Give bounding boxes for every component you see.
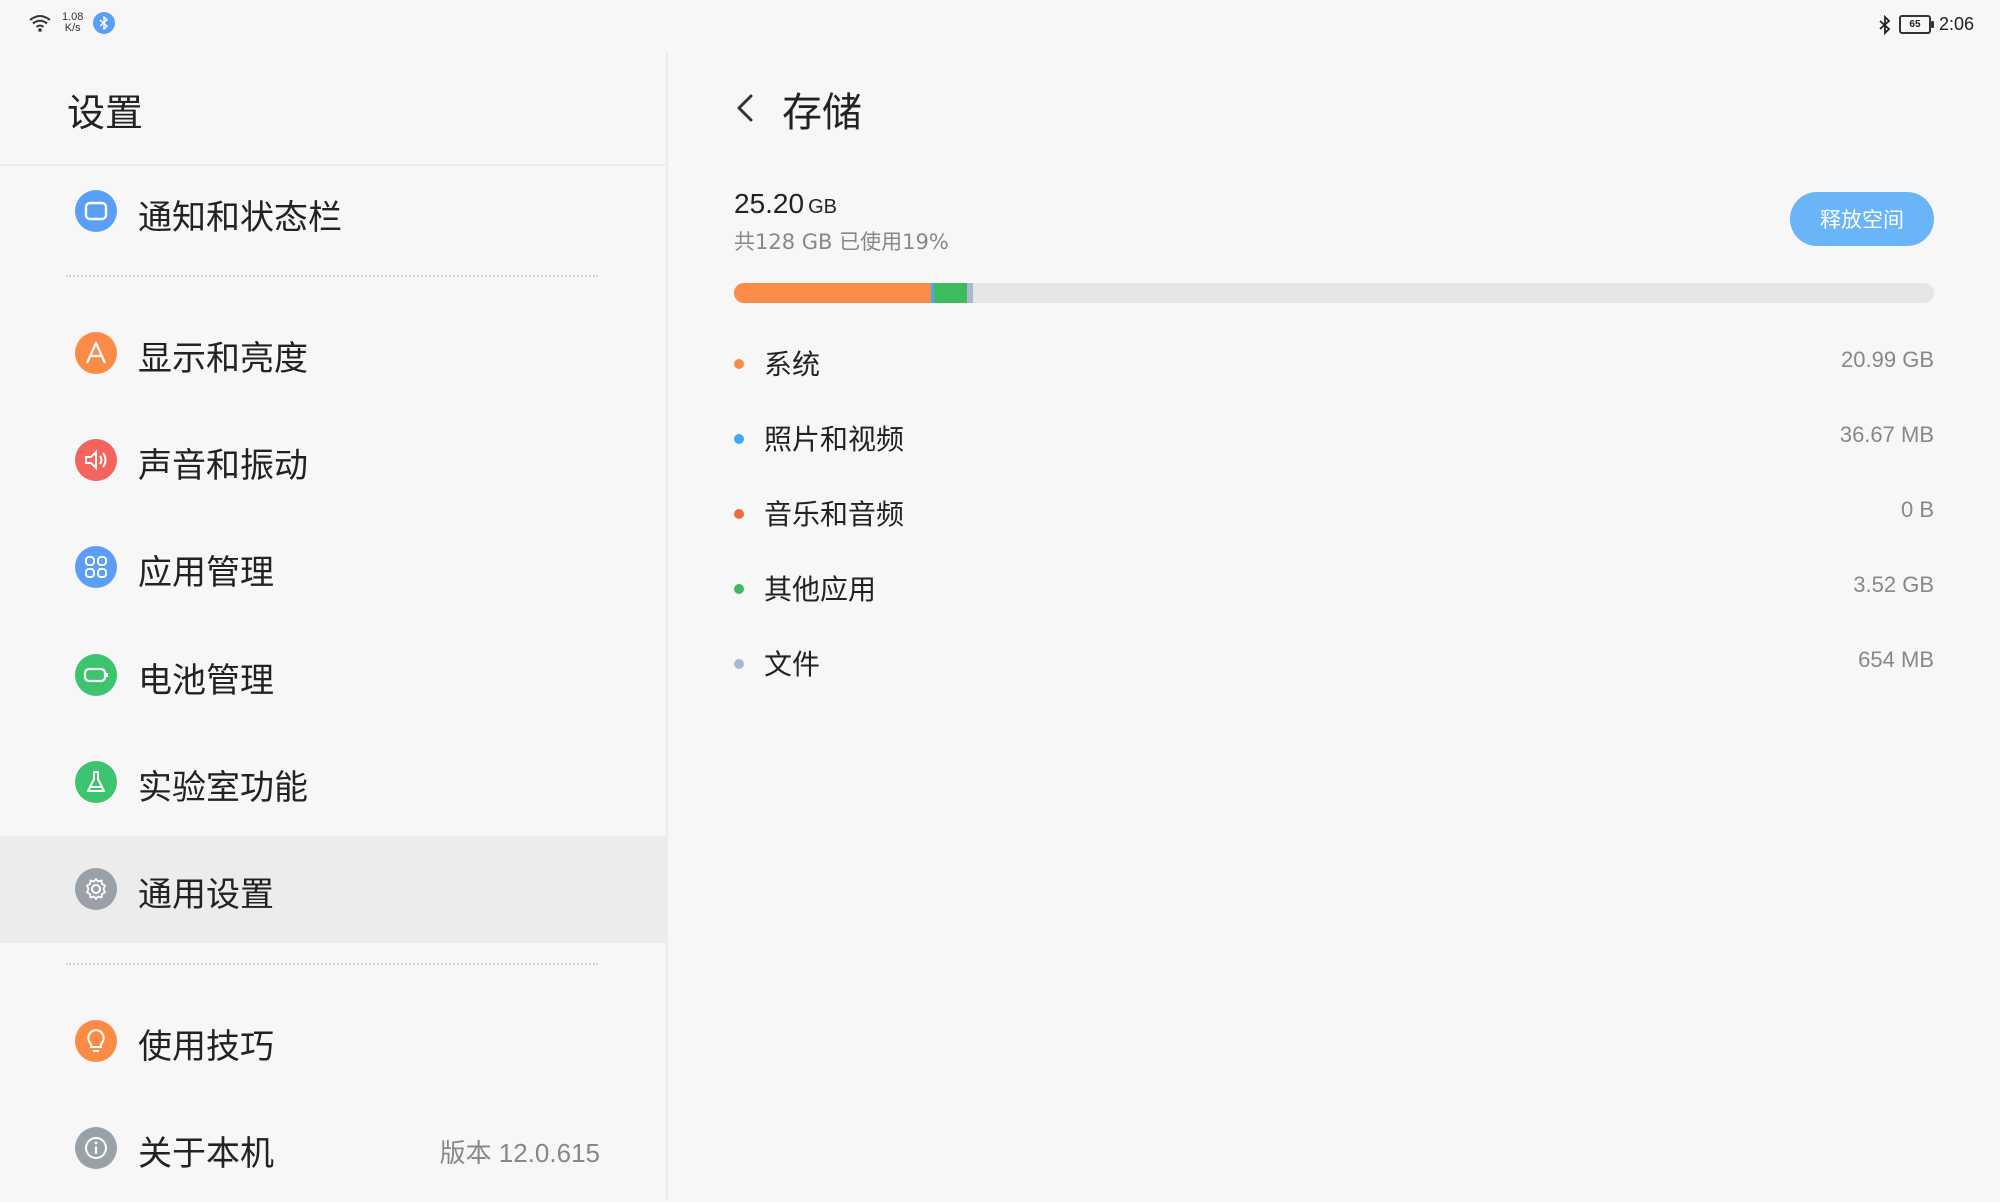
battery-icon	[75, 654, 117, 696]
sidebar-item-tips[interactable]: 使用技巧	[0, 988, 666, 1095]
sidebar-item-sound[interactable]: 声音和振动	[0, 407, 666, 514]
sidebar-item-apps[interactable]: 应用管理	[0, 514, 666, 621]
sidebar-item-lab[interactable]: 实验室功能	[0, 729, 666, 836]
gear-icon	[75, 868, 117, 910]
used-storage-value: 25.20	[734, 188, 805, 219]
sidebar-item-label: 应用管理	[138, 553, 274, 593]
chevron-left-icon	[737, 94, 753, 122]
bluetooth-icon	[1879, 14, 1891, 35]
category-system[interactable]: 系统 20.99 GB	[734, 339, 1934, 389]
wifi-icon	[29, 15, 51, 32]
sidebar-item-label: 通用设置	[138, 875, 274, 915]
category-size: 20.99 GB	[1841, 347, 1934, 372]
category-other-apps[interactable]: 其他应用 3.52 GB	[734, 564, 1934, 614]
usage-bar-segment	[967, 283, 974, 303]
category-color-dot	[734, 659, 744, 669]
version-text: 版本 12.0.615	[439, 1138, 600, 1168]
used-storage-unit: GB	[808, 196, 837, 218]
settings-sidebar: 设置 通知和状态栏 显示和亮度 声音和振动 应用管理 电池管理 实验室功能 通用…	[0, 52, 666, 1200]
sidebar-item-label: 使用技巧	[138, 1027, 274, 1067]
sound-icon	[75, 439, 117, 481]
category-size: 654 MB	[1858, 647, 1934, 672]
sidebar-item-notifications[interactable]: 通知和状态栏	[0, 172, 666, 252]
sidebar-item-label: 通知和状态栏	[138, 198, 342, 238]
back-button[interactable]	[726, 88, 766, 128]
status-bar: 1.08 K/s 65 2:06	[0, 0, 2000, 52]
section-divider	[66, 963, 598, 965]
status-left: 1.08 K/s	[28, 12, 116, 34]
category-label: 照片和视频	[764, 423, 905, 456]
page-title: 存储	[782, 90, 862, 136]
network-speed: 1.08 K/s	[62, 12, 83, 34]
category-color-dot	[734, 509, 744, 519]
sidebar-title: 设置	[67, 91, 144, 135]
section-divider	[66, 275, 598, 277]
status-right: 65 2:06	[1879, 14, 1974, 35]
apps-icon	[75, 546, 117, 588]
category-photos-videos[interactable]: 照片和视频 36.67 MB	[734, 414, 1934, 464]
bulb-icon	[75, 1020, 117, 1062]
storage-panel: 存储 25.20 GB 共128 GB 已使用19% 释放空间 系统 20.99 …	[668, 52, 2000, 1200]
category-files[interactable]: 文件 654 MB	[734, 639, 1934, 689]
sidebar-item-label: 声音和振动	[138, 446, 308, 486]
usage-bar-segment	[734, 283, 931, 303]
clock: 2:06	[1938, 14, 1974, 34]
sidebar-item-label: 关于本机	[138, 1134, 274, 1174]
category-color-dot	[734, 359, 744, 369]
category-label: 其他应用	[764, 573, 877, 606]
category-color-dot	[734, 434, 744, 444]
network-speed-unit: K/s	[64, 22, 81, 34]
free-up-space-button[interactable]: 释放空间	[1790, 192, 1934, 246]
sidebar-item-label: 显示和亮度	[138, 339, 308, 379]
lab-icon	[75, 761, 117, 803]
usage-bar-segment	[934, 283, 968, 303]
sidebar-item-battery[interactable]: 电池管理	[0, 622, 666, 729]
sidebar-item-label: 电池管理	[138, 661, 274, 701]
category-color-dot	[734, 584, 744, 594]
battery-icon: 65	[1898, 15, 1934, 34]
sidebar-header-divider	[0, 164, 666, 166]
category-size: 3.52 GB	[1853, 572, 1934, 597]
category-music-audio[interactable]: 音乐和音频 0 B	[734, 489, 1934, 539]
category-size: 36.67 MB	[1839, 422, 1934, 447]
storage-usage-bar	[734, 283, 1934, 303]
category-label: 文件	[764, 648, 821, 681]
used-storage: 25.20 GB	[734, 188, 837, 220]
notification-icon	[75, 190, 117, 232]
battery-level: 65	[1909, 19, 1921, 30]
sidebar-item-general[interactable]: 通用设置	[0, 836, 666, 943]
sidebar-item-label: 实验室功能	[138, 768, 308, 808]
bluetooth-badge-icon	[93, 12, 116, 34]
sidebar-item-display[interactable]: 显示和亮度	[0, 300, 666, 407]
category-label: 系统	[764, 348, 821, 381]
display-icon	[75, 332, 117, 374]
category-label: 音乐和音频	[764, 498, 905, 531]
storage-summary: 共128 GB 已使用19%	[734, 230, 949, 254]
info-icon	[75, 1127, 117, 1169]
sidebar-item-about[interactable]: 关于本机 版本 12.0.615	[0, 1095, 666, 1202]
category-size: 0 B	[1900, 497, 1934, 522]
